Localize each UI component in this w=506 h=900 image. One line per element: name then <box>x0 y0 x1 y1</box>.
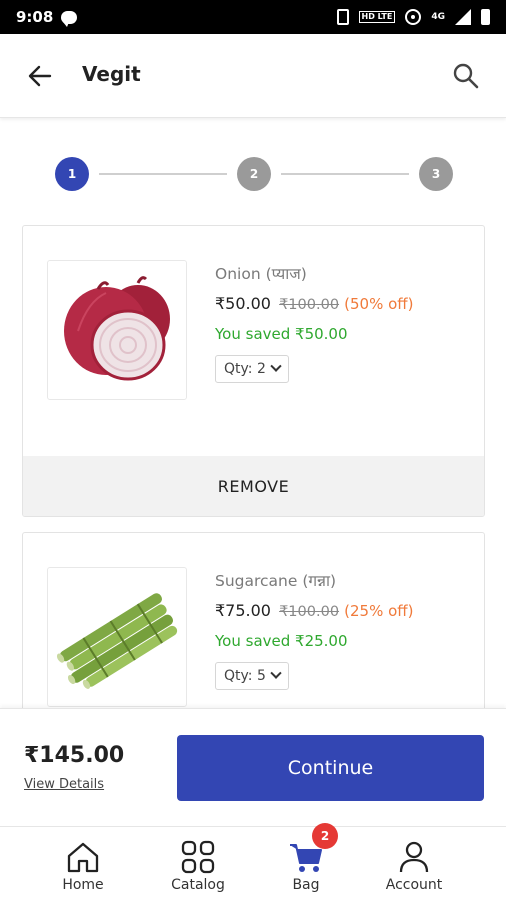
chevron-down-icon <box>270 667 282 679</box>
qty-dropdown[interactable]: Qty: 2 <box>215 355 289 383</box>
sugarcane-illustration <box>56 593 178 689</box>
price-row: ₹50.00 ₹100.00 (50% off) <box>215 294 413 313</box>
search-button[interactable] <box>452 62 480 90</box>
arrow-left-icon <box>28 65 52 87</box>
nav-home[interactable]: Home <box>33 827 133 900</box>
battery-icon <box>481 9 490 25</box>
step-3: 3 <box>419 157 453 191</box>
step-2: 2 <box>237 157 271 191</box>
search-icon <box>453 63 479 89</box>
qty-label: Qty: 2 <box>224 361 266 377</box>
home-icon <box>65 839 101 875</box>
item-mrp: ₹100.00 <box>279 297 340 313</box>
item-saved: You saved ₹50.00 <box>215 325 348 343</box>
status-bar: 9:08 HD LTE 4G <box>0 0 506 34</box>
sugarcane-image <box>47 567 187 707</box>
view-details-link[interactable]: View Details <box>24 777 104 792</box>
bag-count-badge: 2 <box>312 823 338 849</box>
vibrate-icon <box>336 9 349 25</box>
cart-item-card: Onion (प्याज) ₹50.00 ₹100.00 (50% off) Y… <box>22 225 485 517</box>
checkout-bar: ₹145.00 View Details Continue <box>0 708 506 826</box>
nav-bag[interactable]: 2 Bag <box>256 823 356 900</box>
nav-label: Home <box>62 877 104 893</box>
step-1: 1 <box>55 157 89 191</box>
item-price: ₹75.00 <box>215 601 271 620</box>
qty-label: Qty: 5 <box>224 668 266 684</box>
item-discount: (50% off) <box>344 295 414 313</box>
item-discount: (25% off) <box>344 602 414 620</box>
signal-icon <box>455 9 471 25</box>
bottom-nav: Home Catalog 2 Bag Account <box>0 823 506 900</box>
item-info: Onion (प्याज) ₹50.00 ₹100.00 (50% off) Y… <box>215 262 413 383</box>
page-title: Vegit <box>82 62 141 86</box>
nav-label: Account <box>385 877 443 893</box>
user-icon <box>396 839 432 875</box>
item-name: Onion (प्याज) <box>215 265 307 283</box>
cart-total: ₹145.00 <box>24 743 125 768</box>
item-mrp: ₹100.00 <box>279 604 340 620</box>
grid-icon <box>180 839 216 875</box>
item-saved: You saved ₹25.00 <box>215 632 348 650</box>
chevron-down-icon <box>270 360 282 372</box>
remove-button[interactable]: REMOVE <box>23 456 484 516</box>
app-bar: Vegit <box>0 34 506 118</box>
step-connector <box>99 173 227 175</box>
nav-catalog[interactable]: Catalog <box>148 827 248 900</box>
nav-label: Catalog <box>171 877 225 893</box>
checkout-stepper: 1 2 3 <box>55 157 453 191</box>
status-icons: HD LTE 4G <box>336 9 490 25</box>
cart-icon: 2 <box>288 823 338 875</box>
onion-illustration <box>64 276 170 381</box>
item-name: Sugarcane (गन्ना) <box>215 572 337 590</box>
item-price: ₹50.00 <box>215 294 271 313</box>
hd-lte-icon: HD LTE <box>358 11 396 23</box>
step-connector <box>281 173 409 175</box>
chat-notification-icon <box>61 10 78 27</box>
price-row: ₹75.00 ₹100.00 (25% off) <box>215 601 413 620</box>
nav-account[interactable]: Account <box>364 827 464 900</box>
continue-button[interactable]: Continue <box>177 735 484 801</box>
status-time: 9:08 <box>16 8 54 26</box>
network-type-label: 4G <box>431 11 445 22</box>
back-button[interactable] <box>26 62 54 90</box>
nav-label: Bag <box>292 877 320 893</box>
hotspot-icon <box>405 9 422 25</box>
item-info: Sugarcane (गन्ना) ₹75.00 ₹100.00 (25% of… <box>215 569 413 690</box>
onion-image <box>47 260 187 400</box>
qty-dropdown[interactable]: Qty: 5 <box>215 662 289 690</box>
